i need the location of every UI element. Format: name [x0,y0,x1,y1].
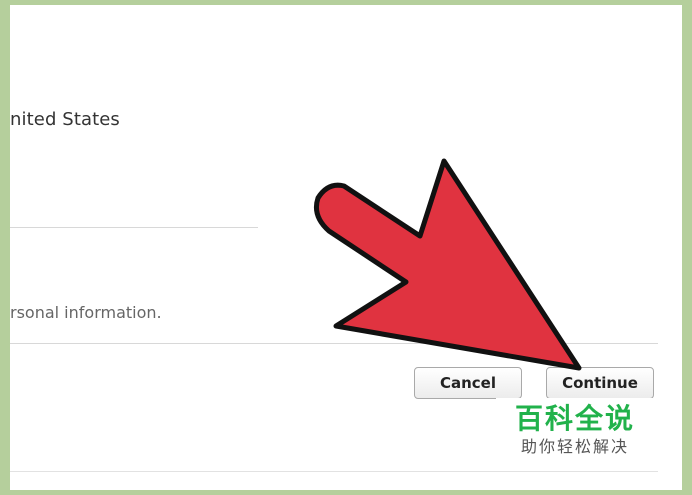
watermark-title: 百科全说 [514,402,635,435]
watermark-subtitle: 助你轻松解决 [520,437,629,456]
watermark: 百科全说 助你轻松解决 [496,398,654,468]
